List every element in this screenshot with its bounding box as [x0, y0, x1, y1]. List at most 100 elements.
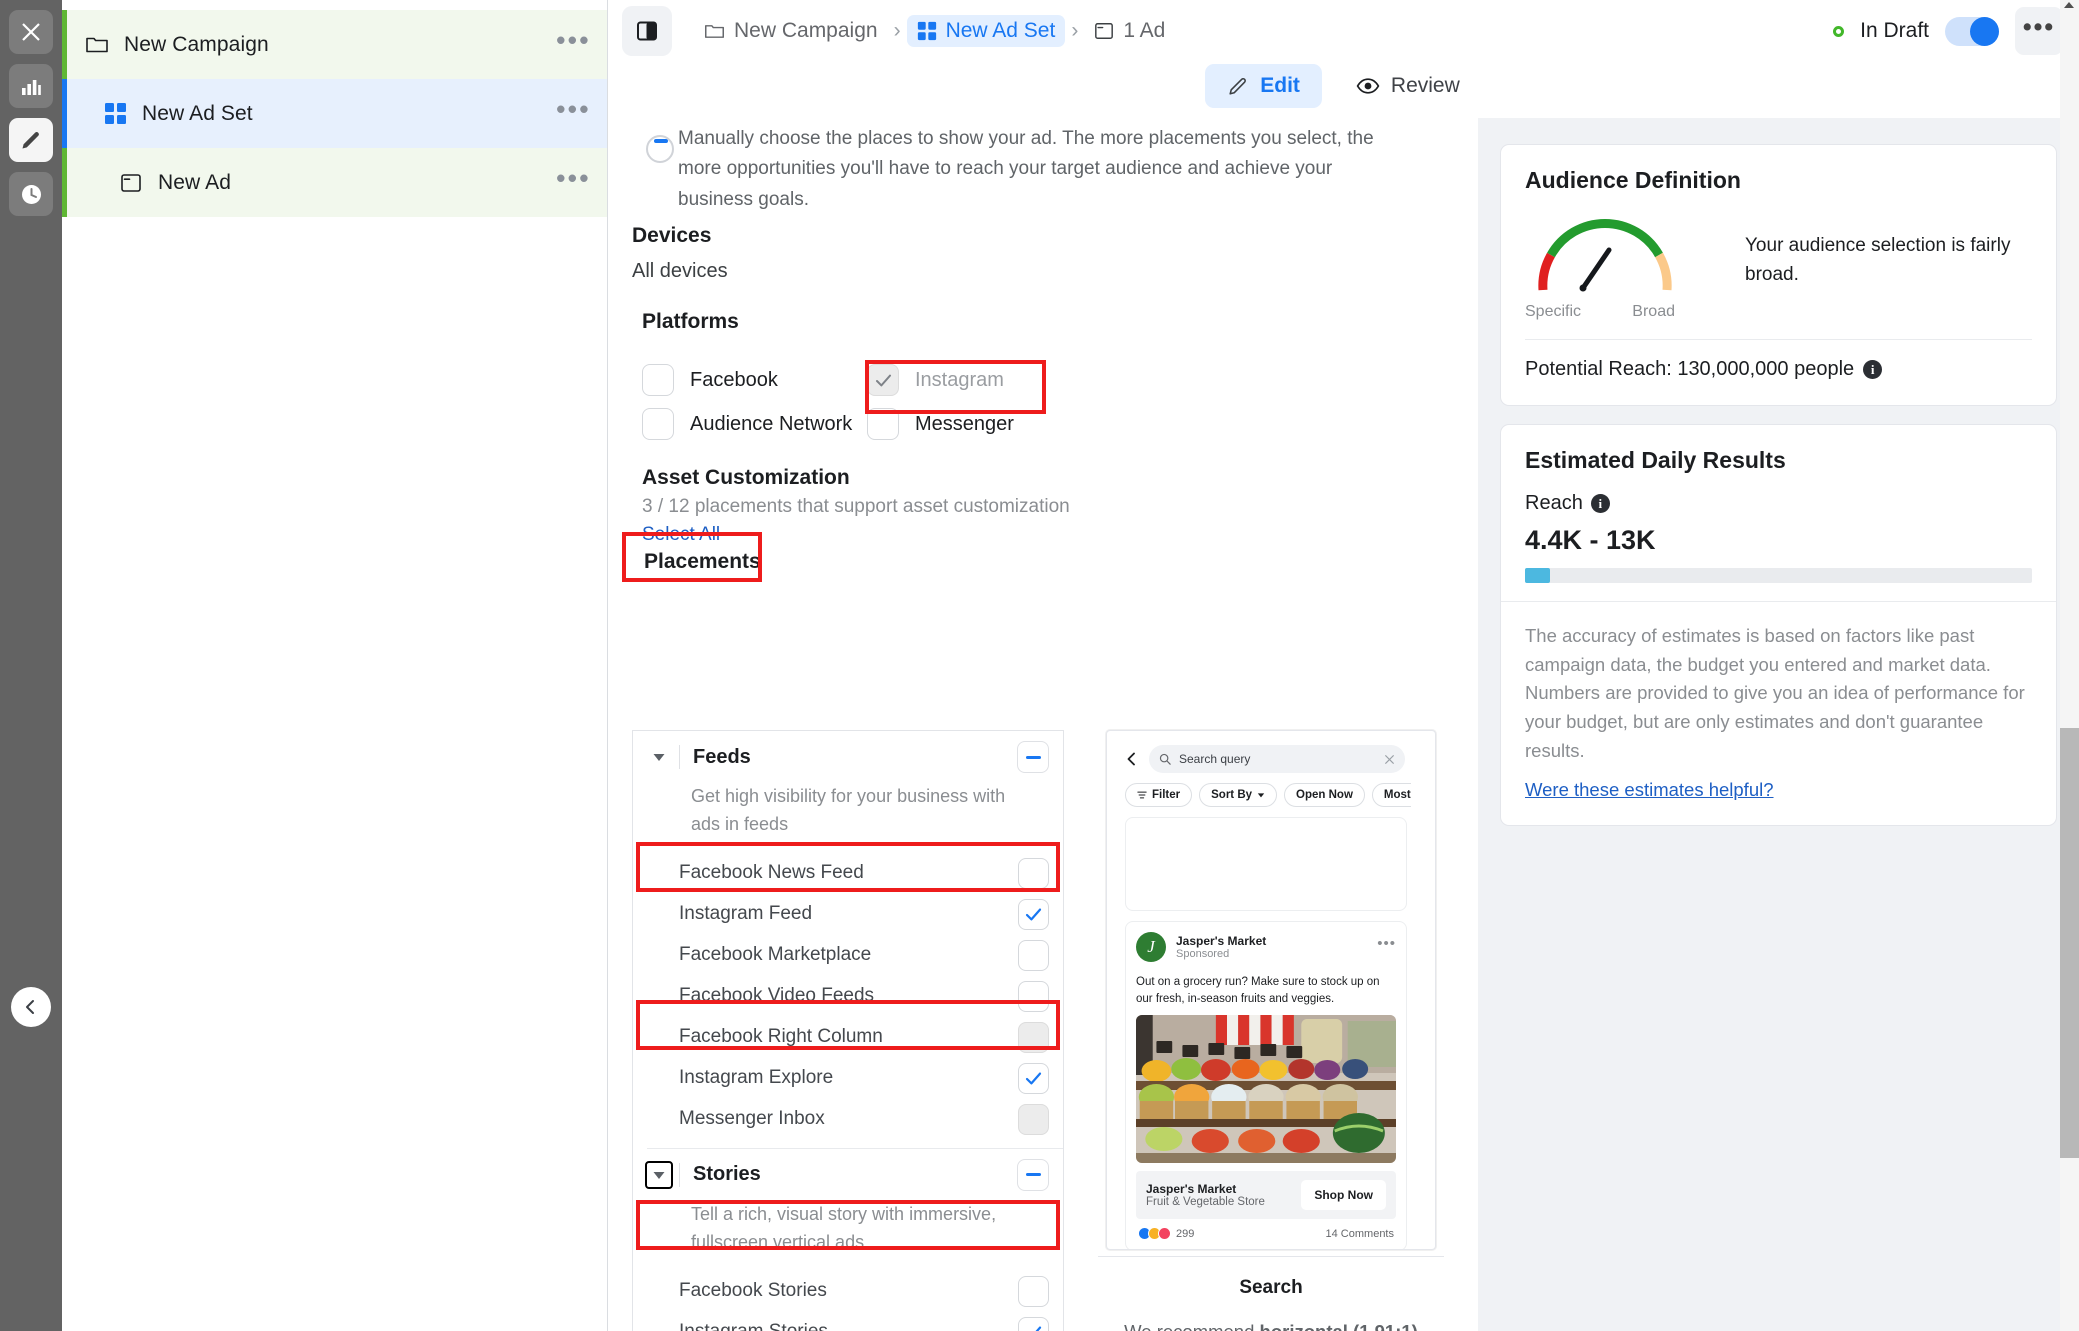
platform-checkbox-messenger[interactable]: Messenger	[867, 402, 1107, 446]
checkbox-icon[interactable]	[1018, 980, 1049, 1012]
preview-more-icon[interactable]: •••	[1377, 936, 1396, 953]
close-icon[interactable]	[1384, 754, 1395, 765]
divider	[679, 745, 680, 769]
info-icon[interactable]: i	[1590, 494, 1610, 513]
search-input[interactable]: Search query	[1149, 745, 1405, 773]
placements-form-column: Manually choose the places to show your …	[608, 118, 1478, 1331]
placement-messenger-inbox[interactable]: Messenger Inbox	[633, 1099, 1063, 1140]
chevron-left-icon[interactable]	[1125, 752, 1139, 766]
grid-icon	[102, 102, 128, 125]
breadcrumb-item-adset[interactable]: New Ad Set	[906, 15, 1066, 47]
tab-edit[interactable]: Edit	[1205, 64, 1322, 108]
platform-label: Messenger	[915, 412, 1014, 435]
right-summary-column: Audience Definition Specific Broad Your …	[1478, 118, 2079, 1331]
checkbox-icon[interactable]	[1018, 1275, 1049, 1307]
placement-group-stories-header[interactable]: Stories	[633, 1149, 1063, 1201]
chip-open-now[interactable]: Open Now	[1284, 783, 1365, 807]
tree-accent-bar	[62, 79, 67, 148]
tree-item-menu[interactable]: •••	[556, 27, 591, 54]
caption-strong: horizontal (1.91:1)	[1260, 1321, 1418, 1331]
chip-sort-by[interactable]: Sort By	[1199, 783, 1278, 807]
status-area: In Draft •••	[1833, 7, 2079, 55]
tree-item-menu[interactable]: •••	[556, 165, 591, 192]
checkbox-icon[interactable]	[642, 364, 674, 396]
breadcrumb-item-ad[interactable]: 1 Ad	[1084, 15, 1175, 47]
placement-facebook-video-feeds[interactable]: Facebook Video Feeds	[633, 976, 1063, 1017]
chip-most-recent[interactable]: Most Rec	[1371, 783, 1411, 807]
checkbox-checked-icon[interactable]	[1018, 1062, 1049, 1094]
platform-label: Facebook	[690, 368, 778, 391]
window-icon	[118, 172, 144, 194]
preview-brand-name: Jasper's Market	[1176, 934, 1267, 948]
breadcrumb-label: New Campaign	[734, 19, 878, 42]
reach-value: 4.4K - 13K	[1525, 525, 1656, 555]
campaign-tree-panel: New Campaign ••• New Ad Set ••• New Ad •…	[62, 0, 608, 1331]
chart-icon[interactable]	[9, 64, 53, 108]
placement-label: Facebook News Feed	[679, 862, 864, 884]
placement-group-description: Tell a rich, visual story with immersive…	[691, 1203, 997, 1252]
minus-icon[interactable]	[1017, 741, 1049, 773]
tab-review[interactable]: Review	[1334, 64, 1482, 108]
tree-item-new-campaign[interactable]: New Campaign •••	[62, 10, 607, 79]
potential-reach-row: Potential Reach: 130,000,000 people i	[1525, 358, 2032, 381]
status-toggle[interactable]	[1945, 16, 1999, 46]
checkbox-icon[interactable]	[1018, 939, 1049, 971]
placement-label: Instagram Feed	[679, 903, 813, 925]
info-icon[interactable]: i	[1863, 360, 1883, 379]
breadcrumb-item-campaign[interactable]: New Campaign	[694, 15, 888, 47]
sidebar-toggle-icon[interactable]	[622, 6, 672, 56]
checkbox-disabled-icon	[1018, 1103, 1049, 1135]
checkbox-icon[interactable]	[642, 408, 674, 440]
gauge-label-specific: Specific	[1525, 303, 1582, 320]
placement-instagram-explore[interactable]: Instagram Explore	[633, 1058, 1063, 1099]
tree-item-menu[interactable]: •••	[556, 96, 591, 123]
preview-cta-block: Jasper's Market Fruit & Vegetable Store …	[1136, 1171, 1396, 1220]
placement-instagram-feed[interactable]: Instagram Feed	[633, 894, 1063, 935]
placement-facebook-marketplace[interactable]: Facebook Marketplace	[633, 935, 1063, 976]
checkbox-checked-icon[interactable]	[1018, 898, 1049, 930]
pencil-icon[interactable]	[9, 118, 53, 162]
preview-ad-body: Out on a grocery run? Make sure to stock…	[1136, 976, 1380, 1005]
page-scrollbar[interactable]	[2060, 0, 2079, 1331]
close-icon[interactable]	[9, 10, 53, 54]
chip-filter[interactable]: Filter	[1125, 783, 1193, 807]
more-options-button[interactable]: •••	[2015, 7, 2063, 55]
tree-item-new-ad-set[interactable]: New Ad Set •••	[62, 79, 607, 148]
platform-checkbox-facebook[interactable]: Facebook	[642, 358, 867, 402]
platform-checkbox-instagram[interactable]: Instagram	[867, 358, 1107, 402]
divider	[1525, 339, 2032, 340]
placement-group-feeds-header[interactable]: Feeds	[633, 731, 1063, 783]
placement-facebook-stories[interactable]: Facebook Stories	[633, 1271, 1063, 1312]
chip-label: Sort By	[1211, 789, 1253, 801]
platforms-title: Platforms	[642, 310, 739, 333]
select-all-link[interactable]: Select All	[642, 524, 720, 546]
placements-listbox[interactable]: Feeds Get high visibility for your busin…	[632, 730, 1064, 1331]
placement-facebook-news-feed[interactable]: Facebook News Feed	[633, 853, 1063, 894]
checkbox-checked-icon[interactable]	[867, 364, 899, 396]
love-icon	[1158, 1227, 1171, 1241]
chevron-down-icon[interactable]	[645, 1160, 673, 1189]
checkbox-icon[interactable]	[867, 408, 899, 440]
clock-icon[interactable]	[9, 172, 53, 216]
placement-label: Instagram Stories	[679, 1321, 828, 1331]
scroll-up-arrow-icon[interactable]	[2064, 2, 2074, 8]
tab-label: Edit	[1260, 74, 1300, 97]
tree-item-new-ad[interactable]: New Ad •••	[62, 148, 607, 217]
checkbox-icon[interactable]	[1018, 857, 1049, 889]
chevron-down-icon[interactable]	[645, 743, 673, 771]
checkbox-checked-icon[interactable]	[1018, 1316, 1049, 1331]
minus-icon[interactable]	[1017, 1158, 1049, 1191]
placement-group-description: Get high visibility for your business wi…	[691, 786, 1006, 834]
placement-facebook-right-column[interactable]: Facebook Right Column	[633, 1017, 1063, 1058]
tree-accent-bar	[62, 148, 67, 217]
preview-ad-header: J Jasper's Market Sponsored •••	[1126, 922, 1406, 970]
shop-now-button[interactable]: Shop Now	[1301, 1180, 1386, 1211]
top-bar: New Campaign › New Ad Set › 1 Ad In Draf…	[608, 0, 2079, 62]
placement-instagram-stories[interactable]: Instagram Stories	[633, 1312, 1063, 1331]
status-dot-icon	[1833, 25, 1845, 37]
scrollbar-thumb[interactable]	[2060, 728, 2079, 1158]
platform-checkbox-audience-network[interactable]: Audience Network	[642, 402, 867, 446]
estimates-feedback-link[interactable]: Were these estimates helpful?	[1525, 779, 1774, 801]
manual-placements-radio[interactable]	[646, 135, 674, 163]
collapse-panel-button[interactable]	[11, 987, 51, 1027]
